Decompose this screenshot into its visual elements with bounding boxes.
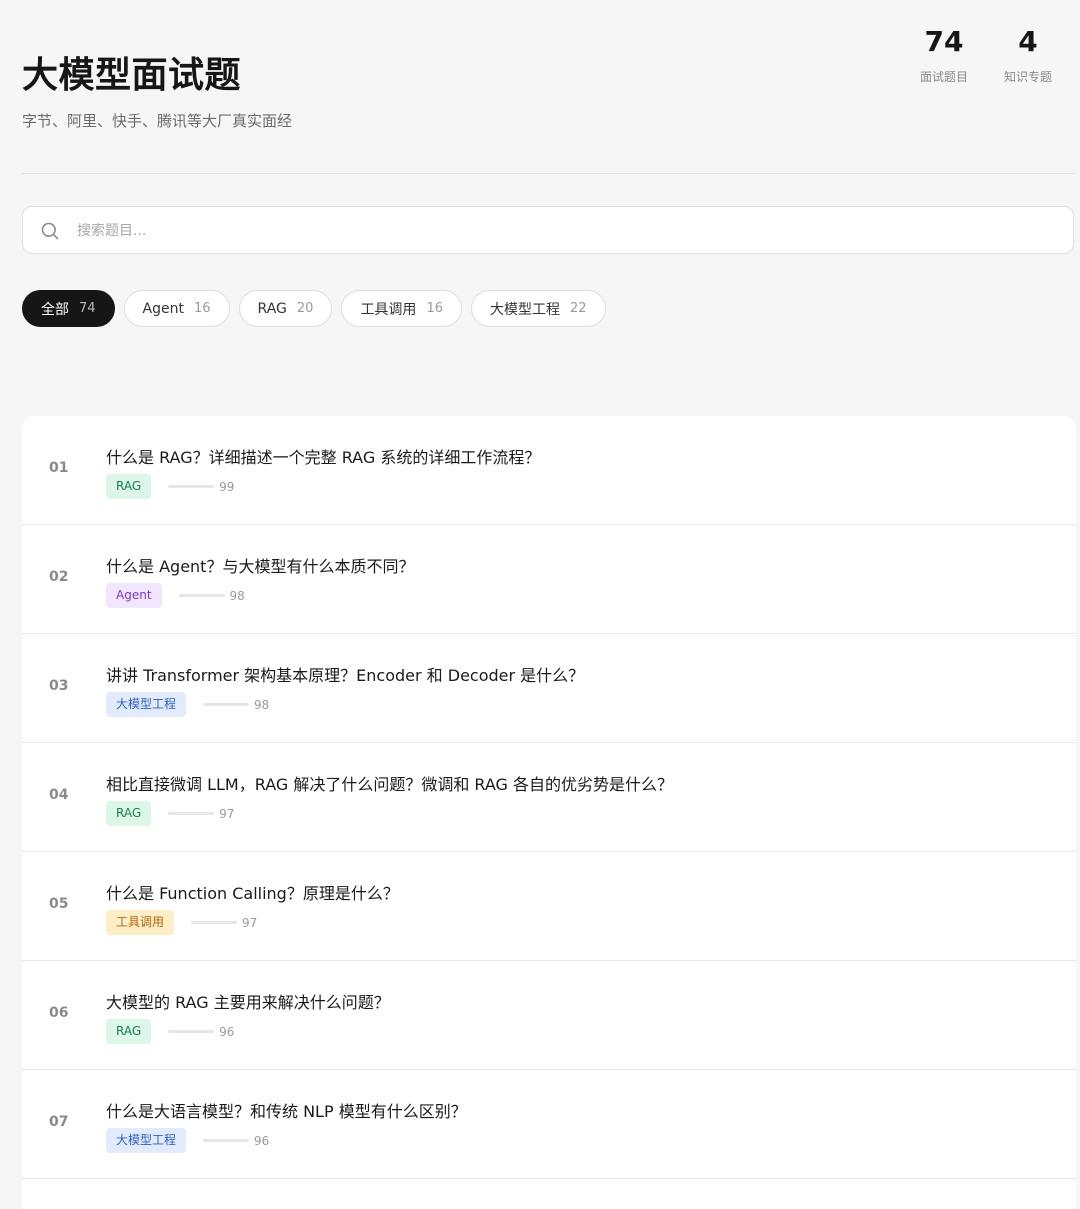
filter-chip-label: RAG bbox=[257, 300, 287, 317]
filter-chip-label: Agent bbox=[142, 300, 184, 317]
filter-chip-count: 16 bbox=[426, 301, 443, 316]
search-icon bbox=[41, 222, 59, 240]
category-tag: RAG bbox=[106, 1019, 152, 1044]
question-number: 04 bbox=[49, 787, 69, 803]
header-divider bbox=[22, 173, 1076, 174]
filter-chip-count: 22 bbox=[569, 301, 587, 316]
filter-chip-label: 工具调用 bbox=[360, 301, 417, 318]
question-title[interactable]: 什么是 Function Calling？原理是什么？ bbox=[106, 880, 399, 904]
question-row[interactable]: 07 什么是大语言模型？和传统 NLP 模型有什么区别？ 大模型工程 96 bbox=[22, 1070, 1076, 1179]
question-row[interactable]: 04 相比直接微调 LLM，RAG 解决了什么问题？微调和 RAG 各自的优劣势是… bbox=[22, 743, 1076, 852]
score-bar bbox=[191, 921, 238, 924]
question-meta: 工具调用 97 bbox=[106, 910, 257, 935]
question-row[interactable]: 03 讲讲 Transformer 架构基本原理？Encoder 和 Decode… bbox=[22, 634, 1076, 743]
filter-chip[interactable]: RAG 20 bbox=[238, 290, 333, 327]
stat-label: 面试题目 bbox=[919, 70, 968, 84]
score-bar bbox=[168, 485, 215, 488]
category-tag: RAG bbox=[106, 474, 152, 499]
stat-value: 74 bbox=[924, 25, 964, 58]
score-value: 96 bbox=[254, 1133, 270, 1148]
question-number: 07 bbox=[49, 1114, 69, 1130]
filter-bar: 全部 74 Agent 16 RAG 20 工具调用 16 大模型工程 22 bbox=[22, 290, 606, 327]
score-bar bbox=[178, 594, 225, 597]
filter-chip[interactable]: 大模型工程 22 bbox=[470, 290, 606, 327]
question-meta: 大模型工程 96 bbox=[106, 1128, 269, 1153]
category-tag: Agent bbox=[106, 583, 162, 608]
score-value: 96 bbox=[219, 1024, 235, 1039]
filter-chip-count: 16 bbox=[194, 301, 211, 316]
filter-chip[interactable]: Agent 16 bbox=[123, 290, 230, 327]
stat-label: 知识专题 bbox=[1003, 70, 1052, 84]
question-title[interactable]: 什么是大语言模型？和传统 NLP 模型有什么区别？ bbox=[106, 1098, 467, 1122]
filter-chip-count: 74 bbox=[79, 301, 96, 316]
filter-chip[interactable]: 全部 74 bbox=[22, 290, 115, 327]
question-title[interactable]: 大模型的 RAG 主要用来解决什么问题？ bbox=[106, 989, 390, 1013]
score-value: 97 bbox=[242, 915, 258, 930]
question-meta: 大模型工程 98 bbox=[106, 692, 269, 717]
question-row[interactable]: 06 大模型的 RAG 主要用来解决什么问题？ RAG 96 bbox=[22, 961, 1076, 1070]
score-bar bbox=[168, 1030, 215, 1033]
score-value: 98 bbox=[229, 588, 245, 603]
page: 大模型面试题 字节、阿里、快手、腾讯等大厂真实面经 74 面试题目 4 知识专题… bbox=[0, 0, 1080, 1209]
question-meta: RAG 96 bbox=[106, 1019, 234, 1044]
score-bar bbox=[168, 812, 215, 815]
question-meta: Agent 98 bbox=[106, 583, 245, 608]
stat-question-count: 74 面试题目 bbox=[914, 26, 974, 85]
question-title[interactable]: 什么是 Agent？与大模型有什么本质不同？ bbox=[106, 553, 414, 577]
category-tag: 大模型工程 bbox=[106, 692, 187, 717]
page-title: 大模型面试题 bbox=[22, 55, 242, 96]
search-box[interactable] bbox=[22, 206, 1074, 255]
score-bar bbox=[203, 703, 250, 706]
category-tag: RAG bbox=[106, 801, 152, 826]
question-number: 03 bbox=[49, 678, 69, 694]
score-value: 99 bbox=[219, 479, 235, 494]
page-subtitle: 字节、阿里、快手、腾讯等大厂真实面经 bbox=[22, 112, 293, 130]
stat-value: 4 bbox=[1018, 25, 1038, 58]
question-row[interactable]: 05 什么是 Function Calling？原理是什么？ 工具调用 97 bbox=[22, 852, 1076, 961]
question-title[interactable]: 讲讲 Transformer 架构基本原理？Encoder 和 Decoder … bbox=[106, 662, 584, 686]
question-title[interactable]: 相比直接微调 LLM，RAG 解决了什么问题？微调和 RAG 各自的优劣势是什么… bbox=[106, 771, 673, 795]
question-title[interactable]: 什么是 RAG？详细描述一个完整 RAG 系统的详细工作流程？ bbox=[106, 444, 540, 468]
filter-chip-count: 20 bbox=[296, 301, 314, 316]
filter-chip[interactable]: 工具调用 16 bbox=[341, 290, 462, 327]
question-row[interactable]: 01 什么是 RAG？详细描述一个完整 RAG 系统的详细工作流程？ RAG 99 bbox=[22, 416, 1076, 525]
filter-chip-label: 大模型工程 bbox=[489, 301, 560, 318]
score-value: 97 bbox=[219, 806, 235, 821]
score-bar bbox=[203, 1139, 250, 1142]
question-number: 05 bbox=[49, 896, 69, 912]
question-number: 06 bbox=[49, 1005, 69, 1021]
question-number: 02 bbox=[49, 569, 69, 585]
question-meta: RAG 97 bbox=[106, 801, 234, 826]
category-tag: 工具调用 bbox=[106, 910, 175, 935]
question-number: 01 bbox=[49, 460, 69, 476]
search-input[interactable] bbox=[75, 207, 1059, 255]
filter-chip-label: 全部 bbox=[41, 301, 69, 318]
category-tag: 大模型工程 bbox=[106, 1128, 187, 1153]
stat-topic-count: 4 知识专题 bbox=[998, 26, 1058, 85]
question-row[interactable]: 02 什么是 Agent？与大模型有什么本质不同？ Agent 98 bbox=[22, 525, 1076, 634]
question-meta: RAG 99 bbox=[106, 474, 234, 499]
question-list: 01 什么是 RAG？详细描述一个完整 RAG 系统的详细工作流程？ RAG 99 02… bbox=[22, 416, 1076, 1209]
score-value: 98 bbox=[254, 697, 270, 712]
